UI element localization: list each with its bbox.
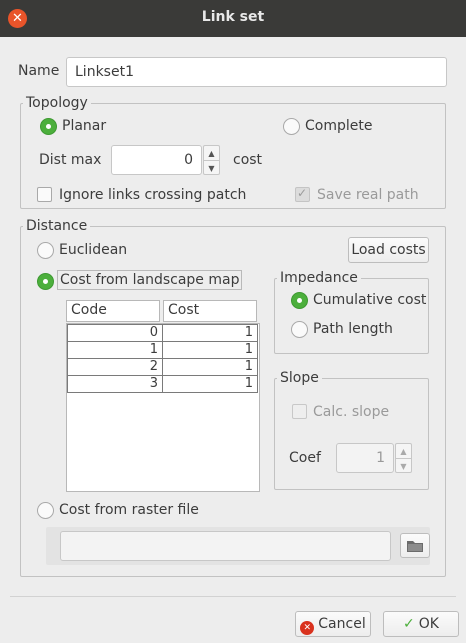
slope-group bbox=[274, 378, 429, 490]
impedance-title: Impedance bbox=[277, 270, 361, 286]
cancel-icon: ✕ bbox=[300, 621, 315, 635]
coef-stepper[interactable]: ▲ ▼ bbox=[395, 443, 412, 473]
table-cell-cost[interactable]: 1 bbox=[162, 358, 258, 376]
cumulative-label: Cumulative cost bbox=[313, 292, 427, 308]
path-length-label: Path length bbox=[313, 321, 393, 337]
landscape-radio[interactable] bbox=[37, 273, 54, 290]
title-bar: ✕ Link set bbox=[0, 0, 466, 37]
table-cell-code[interactable]: 0 bbox=[67, 324, 163, 342]
calc-slope-checkbox[interactable] bbox=[292, 404, 307, 419]
name-input[interactable] bbox=[66, 57, 447, 87]
raster-radio[interactable] bbox=[37, 502, 54, 519]
window-title: Link set bbox=[201, 9, 265, 25]
raster-path-input[interactable] bbox=[60, 531, 391, 561]
slope-title: Slope bbox=[277, 370, 322, 386]
table-cell-cost[interactable]: 1 bbox=[162, 375, 258, 393]
distance-title: Distance bbox=[23, 218, 91, 234]
topology-title: Topology bbox=[23, 95, 91, 111]
stepper-down-icon[interactable]: ▼ bbox=[204, 160, 219, 174]
table-header-cost[interactable]: Cost bbox=[163, 300, 257, 322]
coef-label: Coef bbox=[289, 450, 321, 466]
complete-label: Complete bbox=[305, 118, 373, 134]
raster-label: Cost from raster file bbox=[59, 502, 199, 518]
stepper-down-icon[interactable]: ▼ bbox=[396, 458, 411, 472]
table-header-code[interactable]: Code bbox=[66, 300, 160, 322]
table-cell-code[interactable]: 3 bbox=[67, 375, 163, 393]
distmax-label: Dist max bbox=[39, 152, 102, 168]
complete-radio[interactable] bbox=[283, 118, 300, 135]
cancel-label: Cancel bbox=[318, 616, 366, 632]
table-cell-cost[interactable]: 1 bbox=[162, 341, 258, 359]
ignore-links-label: Ignore links crossing patch bbox=[59, 187, 247, 203]
table-cell-code[interactable]: 2 bbox=[67, 358, 163, 376]
save-path-label: Save real path bbox=[317, 187, 419, 203]
euclidean-label: Euclidean bbox=[59, 242, 128, 258]
save-path-checkbox[interactable] bbox=[295, 186, 310, 202]
planar-label: Planar bbox=[62, 118, 107, 134]
check-icon: ✓ bbox=[403, 616, 415, 632]
load-costs-button[interactable]: Load costs bbox=[348, 237, 429, 263]
planar-radio[interactable] bbox=[40, 118, 57, 135]
separator bbox=[10, 596, 456, 597]
stepper-up-icon[interactable]: ▲ bbox=[396, 444, 411, 458]
cumulative-radio[interactable] bbox=[291, 292, 308, 309]
landscape-label: Cost from landscape map bbox=[57, 270, 243, 290]
name-label: Name bbox=[18, 63, 60, 79]
browse-button[interactable] bbox=[400, 533, 430, 558]
impedance-group bbox=[274, 278, 429, 354]
table-cell-code[interactable]: 1 bbox=[67, 341, 163, 359]
ok-button[interactable]: ✓ OK bbox=[383, 611, 459, 637]
distmax-unit: cost bbox=[233, 152, 263, 168]
distmax-input[interactable] bbox=[111, 145, 202, 175]
ok-label: OK bbox=[418, 616, 439, 632]
ignore-links-checkbox[interactable] bbox=[37, 187, 52, 202]
path-length-radio[interactable] bbox=[291, 321, 308, 338]
coef-input[interactable] bbox=[336, 443, 394, 473]
folder-icon bbox=[407, 541, 423, 552]
distmax-stepper[interactable]: ▲ ▼ bbox=[203, 145, 220, 175]
table-cell-cost[interactable]: 1 bbox=[162, 324, 258, 342]
calc-slope-label: Calc. slope bbox=[313, 404, 390, 420]
stepper-up-icon[interactable]: ▲ bbox=[204, 146, 219, 160]
euclidean-radio[interactable] bbox=[37, 242, 54, 259]
cancel-button[interactable]: ✕ Cancel bbox=[295, 611, 371, 637]
